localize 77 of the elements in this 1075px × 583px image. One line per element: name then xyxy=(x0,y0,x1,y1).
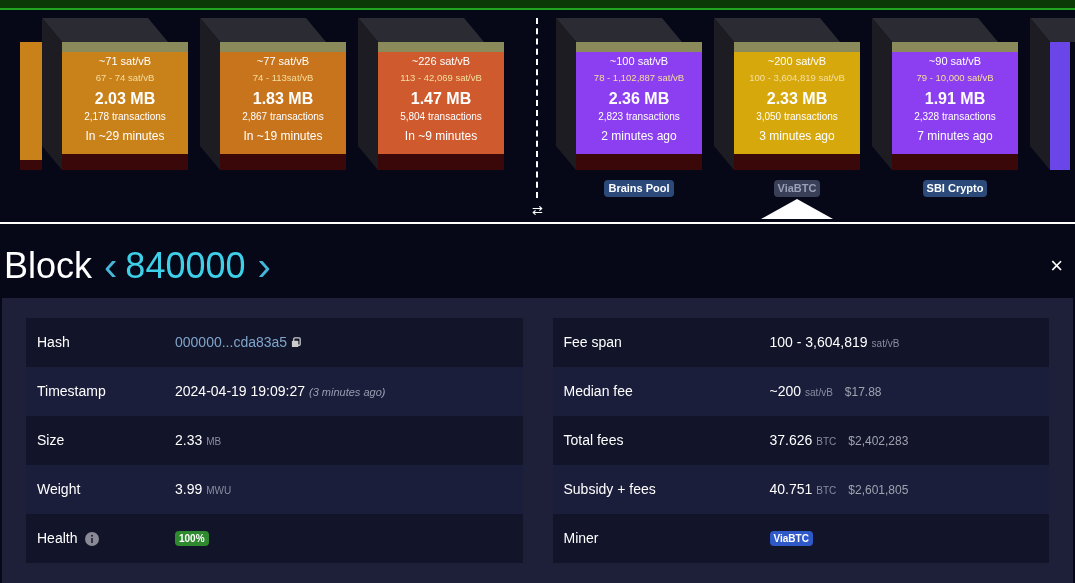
health-badge: 100% xyxy=(175,531,209,546)
block-size: 1.83 MB xyxy=(252,89,314,109)
median-fee: ~200 sat/vB xyxy=(767,54,827,68)
transaction-count: 2,178 transactions xyxy=(84,111,166,123)
unit-label: MB xyxy=(206,435,222,449)
unit-label: BTC xyxy=(816,484,837,498)
block-time: In ~19 minutes xyxy=(243,129,323,143)
field-label: Hash xyxy=(37,333,70,352)
transaction-count: 5,804 transactions xyxy=(400,111,482,123)
block-time: 2 minutes ago xyxy=(601,129,677,143)
miner-tag[interactable]: SBI Crypto xyxy=(922,180,988,197)
block-size: 2.03 MB xyxy=(94,89,156,109)
selection-pointer-icon xyxy=(761,198,833,219)
unit-label: BTC xyxy=(816,435,837,449)
field-label: Subsidy + fees xyxy=(563,480,656,499)
relative-time: (3 minutes ago) xyxy=(309,385,386,400)
block-height: 840000 xyxy=(125,246,246,286)
field-value: ~200 xyxy=(769,382,802,401)
field-label: Health xyxy=(37,529,78,548)
fee-range: 100 - 3,604,819 sat/vB xyxy=(749,72,845,84)
median-fee: ~100 sat/vB xyxy=(609,54,669,68)
field-label: Total fees xyxy=(563,431,624,450)
fee-range: 74 - 113sat/vB xyxy=(252,72,314,84)
median-fee: ~90 sat/vB xyxy=(928,54,982,68)
block-face[interactable]: ~226 sat/vB 113 - 42,069 sat/vB 1.47 MB 5,804 transactions In ~9 minutes xyxy=(378,42,504,170)
fee-range: 113 - 42,069 sat/vB xyxy=(400,72,482,84)
field-label: Fee span xyxy=(563,333,622,352)
fiat-value: $17.88 xyxy=(844,384,882,401)
block-time: In ~9 minutes xyxy=(404,129,478,143)
block-face[interactable]: ~71 sat/vB 67 - 74 sat/vB 2.03 MB 2,178 transactions In ~29 minutes xyxy=(62,42,188,170)
fiat-value: $2,601,805 xyxy=(848,482,909,499)
block-size: 1.91 MB xyxy=(924,89,986,109)
field-label: Size xyxy=(37,431,65,450)
field-value: 3.99 xyxy=(175,480,203,499)
median-fee: ~77 sat/vB xyxy=(256,54,310,68)
copy-icon[interactable] xyxy=(291,337,303,348)
block-heading: Block xyxy=(4,246,93,286)
field-label: Median fee xyxy=(563,382,633,401)
previous-block-button[interactable]: ‹ xyxy=(104,246,118,286)
block-size: 1.47 MB xyxy=(410,89,472,109)
block-face[interactable]: ~90 sat/vB 79 - 10,000 sat/vB 1.91 MB 2,328 transactions 7 minutes ago xyxy=(892,42,1018,170)
median-fee: ~226 sat/vB xyxy=(411,54,471,68)
transaction-count: 3,050 transactions xyxy=(756,111,838,123)
field-value: 100 - 3,604,819 xyxy=(769,333,868,352)
miner-badge[interactable]: ViaBTC xyxy=(769,531,813,546)
fiat-value: $2,402,283 xyxy=(848,433,909,450)
transaction-count: 2,328 transactions xyxy=(914,111,996,123)
field-value: 40.751 xyxy=(769,480,813,499)
close-button[interactable]: × xyxy=(1050,255,1063,277)
swap-icon[interactable]: ⇄ xyxy=(531,204,543,218)
field-label: Weight xyxy=(37,480,81,499)
transaction-count: 2,867 transactions xyxy=(242,111,324,123)
miner-tag[interactable]: ViaBTC xyxy=(773,180,821,197)
unit-label: sat/vB xyxy=(805,386,833,400)
block-size: 2.33 MB xyxy=(766,89,828,109)
timestamp-value: 2024-04-19 19:09:27 xyxy=(175,382,305,401)
block-time: In ~29 minutes xyxy=(85,129,165,143)
block-time: 3 minutes ago xyxy=(759,129,835,143)
unit-label: MWU xyxy=(206,484,232,498)
field-label: Timestamp xyxy=(37,382,106,401)
median-fee: ~71 sat/vB xyxy=(98,54,152,68)
block-face[interactable]: ~100 sat/vB 78 - 1,102,887 sat/vB 2.36 MB 2,823 transactions 2 minutes ago xyxy=(576,42,702,170)
block-size: 2.36 MB xyxy=(608,89,670,109)
block-face[interactable]: ~77 sat/vB 74 - 113sat/vB 1.83 MB 2,867 transactions In ~19 minutes xyxy=(220,42,346,170)
field-value: 2.33 xyxy=(175,431,203,450)
unit-label: sat/vB xyxy=(871,337,900,351)
transaction-count: 2,823 transactions xyxy=(598,111,680,123)
fee-range: 78 - 1,102,887 sat/vB xyxy=(593,72,685,84)
info-icon[interactable] xyxy=(85,531,100,546)
next-block-button[interactable]: › xyxy=(257,246,271,286)
field-value: 37.626 xyxy=(769,431,813,450)
field-label: Miner xyxy=(563,529,599,548)
miner-tag[interactable]: Brains Pool xyxy=(604,180,674,197)
block-time: 7 minutes ago xyxy=(917,129,993,143)
fee-range: 67 - 74 sat/vB xyxy=(95,72,155,84)
hash-link[interactable]: 000000...cda83a5 xyxy=(175,332,288,353)
fee-range: 79 - 10,000 sat/vB xyxy=(916,72,994,84)
